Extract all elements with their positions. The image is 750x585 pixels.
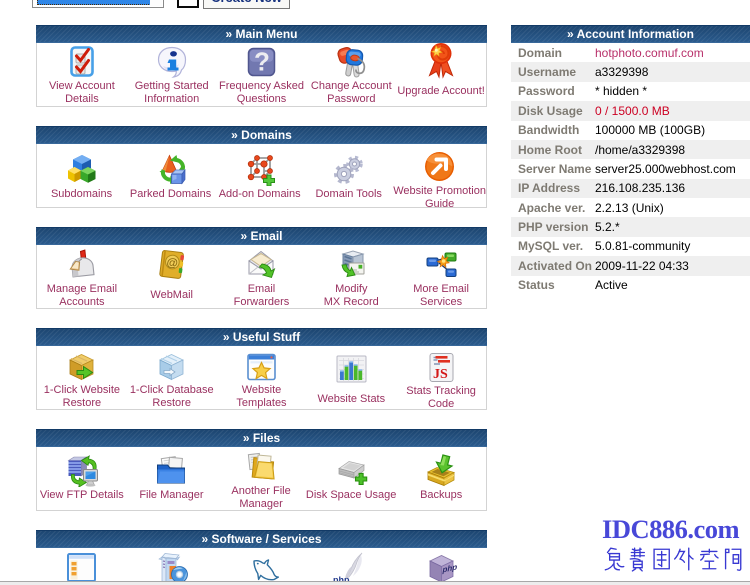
svg-text:JS: JS xyxy=(433,367,448,382)
svg-text:?: ? xyxy=(254,47,270,77)
svg-text:@: @ xyxy=(166,256,179,269)
